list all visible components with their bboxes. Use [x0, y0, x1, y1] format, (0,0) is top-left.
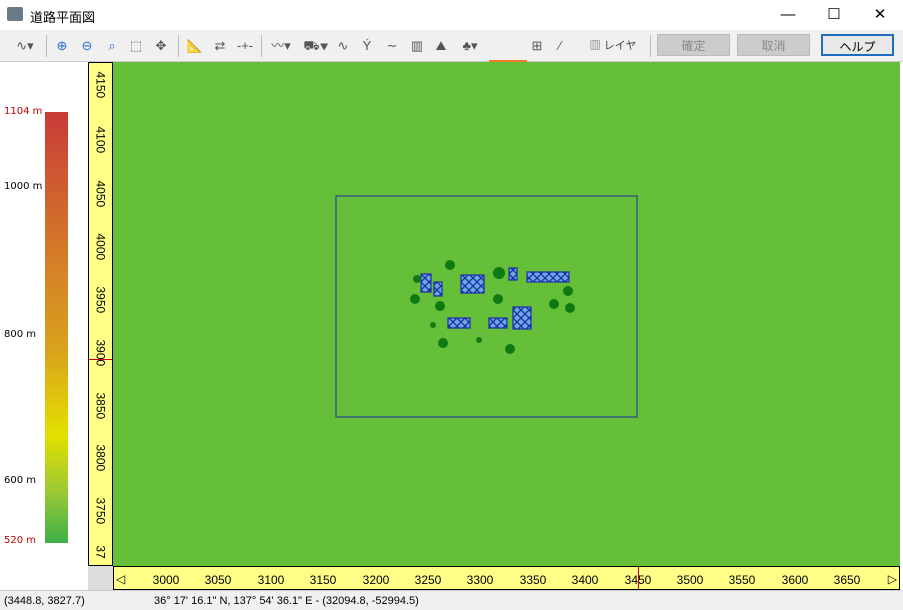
polyline-dropdown-icon[interactable]: 〰▾ — [267, 36, 295, 56]
tree[interactable] — [438, 338, 448, 348]
structure[interactable] — [488, 317, 508, 329]
tree[interactable] — [430, 322, 436, 328]
hruler-tick: 3600 — [781, 573, 809, 587]
legend-1000: 1000 m — [4, 181, 43, 192]
layer-button[interactable]: ▥ レイヤー — [586, 36, 640, 72]
tree[interactable] — [410, 294, 420, 304]
structure[interactable] — [526, 271, 570, 283]
tree[interactable] — [549, 299, 559, 309]
tree[interactable] — [505, 344, 515, 354]
tree[interactable] — [435, 301, 445, 311]
structure[interactable] — [420, 273, 432, 293]
zoom-in-icon[interactable]: ⊕ — [53, 36, 71, 56]
line-style-dropdown-icon[interactable]: ∿▾ — [10, 36, 40, 56]
zoom-fit-icon[interactable]: ⌕ — [103, 36, 121, 56]
ruler-corner — [88, 566, 113, 590]
vruler-tick: 3800 — [93, 444, 108, 472]
close-button[interactable]: ✕ — [857, 0, 903, 30]
hruler-tick: 3250 — [414, 573, 442, 587]
hruler-tick: 3550 — [728, 573, 756, 587]
vruler-tick: 3950 — [93, 286, 108, 314]
vruler-tick: 4100 — [93, 126, 108, 154]
zoom-area-icon[interactable]: ⬚ — [127, 36, 145, 56]
hruler-tick: 3150 — [309, 573, 337, 587]
hruler-tick: 3200 — [362, 573, 390, 587]
title-bar: 道路平面図 — ☐ ✕ — [0, 0, 903, 30]
hruler-tick: 3350 — [519, 573, 547, 587]
add-object-icon[interactable]: ⊞ — [528, 36, 546, 56]
vruler-cursor-marker — [89, 359, 112, 360]
maximize-button[interactable]: ☐ — [811, 0, 857, 30]
vruler-tick: 3750 — [93, 497, 108, 525]
road-dropdown-icon[interactable]: ⛟▾ — [302, 36, 330, 56]
junction-icon[interactable]: Ý — [358, 36, 376, 56]
cut-line-icon[interactable]: ⁄ — [551, 36, 569, 56]
legend-600: 600 m — [4, 475, 37, 486]
vruler-tick: 4000 — [93, 233, 108, 261]
forest-dropdown-icon[interactable]: ♣▾ — [455, 36, 485, 56]
tree[interactable] — [493, 294, 503, 304]
hruler-tick: 3400 — [571, 573, 599, 587]
vruler-tick: 4150 — [93, 71, 108, 99]
tree[interactable] — [476, 337, 482, 343]
map-canvas[interactable] — [113, 62, 900, 566]
selection-boundary[interactable] — [335, 195, 638, 418]
tree[interactable] — [565, 303, 575, 313]
terrain-icon[interactable]: ⛰ — [432, 36, 450, 56]
measure-icon[interactable]: 📐 — [186, 36, 204, 56]
structure[interactable] — [447, 317, 471, 329]
legend-max: 1104 m — [4, 106, 43, 117]
hruler-tick: 3100 — [257, 573, 285, 587]
horizontal-ruler[interactable]: ◁ 3000 3050 3100 3150 3200 3250 3300 335… — [113, 566, 900, 590]
geo-coordinates: 36° 17' 16.1" N, 137° 54' 36.1" E - (320… — [154, 595, 419, 607]
tree[interactable] — [493, 267, 505, 279]
app-icon — [7, 7, 23, 21]
scroll-right-icon[interactable]: ▷ — [888, 572, 897, 586]
hruler-cursor-marker — [638, 567, 639, 589]
layer-icon: ▥ — [589, 40, 601, 52]
window-title: 道路平面図 — [30, 10, 96, 25]
vruler-tick: 37 — [93, 545, 108, 559]
tree[interactable] — [413, 275, 421, 283]
hruler-tick: 3000 — [152, 573, 180, 587]
hruler-tick: 3500 — [676, 573, 704, 587]
vruler-tick: 3850 — [93, 392, 108, 420]
swap-icon[interactable]: ⇄ — [211, 36, 229, 56]
structure[interactable] — [508, 267, 518, 281]
help-button[interactable]: ヘルプ — [821, 34, 894, 56]
map-drawing — [335, 195, 638, 418]
structure[interactable] — [460, 274, 485, 294]
zoom-out-icon[interactable]: ⊖ — [78, 36, 96, 56]
elevation-gradient-bar — [45, 112, 68, 543]
status-bar: (3448.8, 3827.7) 36° 17' 16.1" N, 137° 5… — [0, 590, 903, 610]
building-icon[interactable]: ▥ — [408, 36, 426, 56]
cancel-button[interactable]: 取消 — [737, 34, 810, 56]
hruler-tick: 3050 — [204, 573, 232, 587]
vertical-ruler[interactable]: 4150 4100 4050 4000 3950 3900 3850 3800 … — [88, 62, 113, 566]
legend-800: 800 m — [4, 329, 37, 340]
confirm-button[interactable]: 確定 — [657, 34, 730, 56]
hruler-tick: 3650 — [833, 573, 861, 587]
wave-icon[interactable]: ∼ — [383, 36, 401, 56]
tree[interactable] — [445, 260, 455, 270]
toolbar: ∿▾ ⊕ ⊖ ⌕ ⬚ ✥ 📐 ⇄ -+- 〰▾ ⛟▾ ∿ Ý ∼ ▥ ⛰ ♣▾ … — [0, 30, 903, 91]
elevation-legend: 1104 m 1000 m 800 m 600 m 520 m — [0, 62, 88, 590]
cursor-coordinates: (3448.8, 3827.7) — [4, 595, 85, 607]
vruler-tick: 4050 — [93, 180, 108, 208]
structure[interactable] — [433, 281, 443, 297]
structure[interactable] — [512, 306, 532, 330]
legend-min: 520 m — [4, 535, 37, 546]
split-line-icon[interactable]: -+- — [236, 36, 254, 56]
hruler-tick: 3300 — [466, 573, 494, 587]
scroll-left-icon[interactable]: ◁ — [116, 572, 125, 586]
curve-icon[interactable]: ∿ — [334, 36, 352, 56]
pan-icon[interactable]: ✥ — [152, 36, 170, 56]
tree[interactable] — [563, 286, 573, 296]
minimize-button[interactable]: — — [765, 0, 811, 30]
